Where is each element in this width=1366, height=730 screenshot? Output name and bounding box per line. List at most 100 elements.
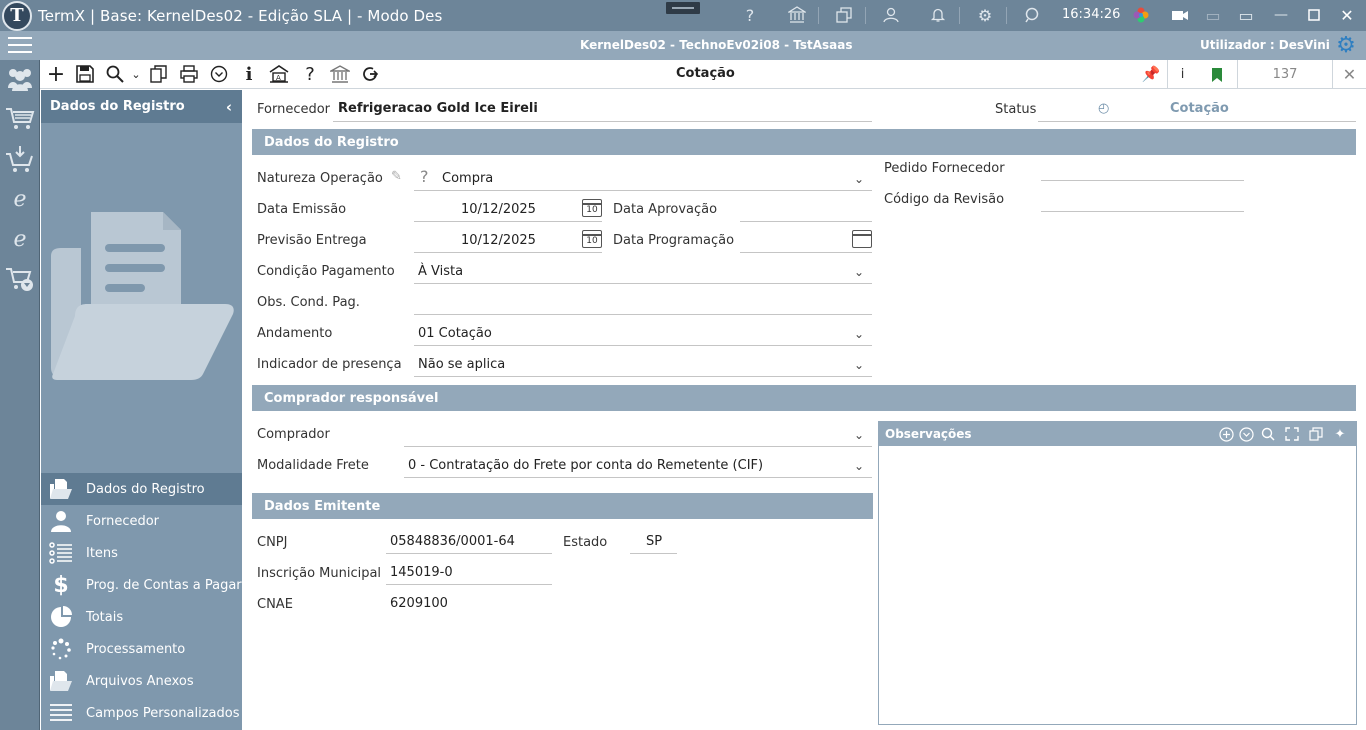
monitor-small-icon[interactable]: ▭ (1201, 4, 1225, 26)
close-window-icon[interactable]: ✕ (1335, 4, 1359, 26)
dollar-icon: $ (53, 572, 69, 598)
side-nav-item-prog-contas[interactable]: $ Prog. de Contas a Pagar (41, 569, 242, 601)
previsao-input[interactable]: 10/12/2025 (461, 233, 536, 248)
estado-value[interactable]: SP (646, 534, 662, 549)
chevron-down-icon[interactable]: ⌄ (124, 63, 148, 85)
drag-handle[interactable] (666, 2, 700, 14)
add-icon[interactable]: + (44, 62, 68, 87)
pin-icon[interactable]: 📌 (1139, 63, 1163, 85)
data-aprovacao-label: Data Aprovação (613, 202, 718, 217)
side-nav-item-arquivos[interactable]: Arquivos Anexos (41, 665, 242, 697)
refresh-icon[interactable] (358, 63, 382, 85)
gear-icon[interactable]: ⚙ (973, 4, 997, 26)
chevron-down-icon[interactable]: ⌄ (852, 172, 866, 186)
fornecedor-value[interactable]: Refrigeracao Gold Ice Eireli (338, 101, 538, 116)
save-icon[interactable] (73, 63, 97, 85)
brazil-map-icon[interactable]: ℯ (3, 224, 37, 254)
cnpj-value[interactable]: 05848836/0001-64 (390, 534, 515, 549)
title-bar: T TermX | Base: KernelDes02 - Edição SLA… (0, 0, 1366, 31)
condicao-label: Condição Pagamento (257, 264, 395, 279)
side-panel-title: Dados do Registro (50, 99, 185, 114)
clock: 16:34:26 (1062, 7, 1121, 22)
andamento-select[interactable]: 01 Cotação (418, 326, 492, 341)
inscricao-value[interactable]: 145019-0 (390, 565, 453, 580)
cnae-value[interactable]: 6209100 (390, 596, 448, 611)
bookmark-icon[interactable] (1197, 60, 1237, 89)
bank-icon[interactable] (328, 63, 352, 85)
calendar-icon[interactable]: 10 (582, 230, 602, 248)
estado-label: Estado (563, 535, 608, 550)
chevron-down-icon[interactable]: ⌄ (852, 459, 866, 473)
andamento-label: Andamento (257, 326, 333, 341)
print-icon[interactable] (177, 63, 201, 85)
minimize-icon[interactable]: — (1269, 4, 1293, 26)
side-nav-label: Campos Personalizados (86, 705, 240, 721)
side-nav-item-processamento[interactable]: Processamento (41, 633, 242, 665)
side-panel: Dados do Registro ‹ Dados do Registro Fo… (41, 90, 242, 730)
section-title: Comprador responsável (264, 390, 439, 406)
fornecedor-label: Fornecedor (257, 102, 331, 117)
expand-icon[interactable] (1283, 425, 1301, 443)
observacoes-title: Observações (885, 427, 972, 441)
side-nav-label: Processamento (86, 641, 186, 657)
dropdown-circle-icon[interactable] (207, 63, 231, 85)
data-emissao-label: Data Emissão (257, 202, 347, 217)
side-nav-item-totais[interactable]: Totais (41, 601, 242, 633)
people-icon[interactable] (3, 64, 37, 94)
monitor-icon[interactable]: ▭ (1234, 4, 1258, 26)
cart-download-icon[interactable] (3, 144, 37, 174)
cart-filter-icon[interactable] (3, 264, 37, 294)
chevron-down-icon[interactable]: ⌄ (852, 358, 866, 372)
chat-icon[interactable] (1020, 4, 1044, 26)
user-icon[interactable] (879, 4, 903, 26)
folder-open-icon (45, 477, 77, 501)
bank-icon[interactable] (785, 4, 809, 26)
side-nav-item-dados-registro[interactable]: Dados do Registro (41, 473, 242, 505)
side-nav-label: Totais (86, 609, 124, 625)
help-icon[interactable]: ? (738, 4, 762, 26)
folder-document-illustration (51, 212, 234, 380)
home-bank-icon[interactable]: A (267, 63, 291, 85)
cart-icon[interactable] (3, 104, 37, 134)
side-nav-item-fornecedor[interactable]: Fornecedor (41, 505, 242, 537)
status-value: Cotação (1170, 101, 1229, 116)
menu-icon[interactable] (8, 37, 32, 55)
data-emissao-input[interactable]: 10/12/2025 (461, 202, 536, 217)
bell-icon[interactable] (926, 4, 950, 26)
condicao-select[interactable]: À Vista (418, 264, 463, 279)
info-button[interactable]: i (1167, 60, 1197, 89)
dropdown-circle-icon[interactable] (1237, 425, 1255, 443)
maximize-icon[interactable] (1302, 4, 1326, 26)
windows-icon[interactable] (832, 4, 856, 26)
side-nav-item-campos[interactable]: Campos Personalizados (41, 697, 242, 729)
chevron-down-icon[interactable]: ⌄ (852, 265, 866, 279)
copy-icon[interactable] (1307, 425, 1325, 443)
search-icon[interactable] (1259, 425, 1277, 443)
help-icon[interactable]: ? (420, 167, 429, 186)
indicador-select[interactable]: Não se aplica (418, 357, 505, 372)
brazil-map-icon[interactable]: ℯ (3, 184, 37, 214)
user-label: Utilizador : DesVini (1200, 38, 1330, 52)
chevron-left-icon[interactable]: ‹ (226, 98, 232, 116)
natureza-select[interactable]: Compra (442, 171, 493, 186)
record-counter: 137 (1237, 60, 1332, 89)
camera-icon[interactable] (1168, 4, 1192, 26)
copy-icon[interactable] (147, 63, 171, 85)
sparkle-icon[interactable]: ✦ (1331, 425, 1349, 443)
section-title: Dados do Registro (264, 134, 399, 150)
chevron-down-icon[interactable]: ⌄ (852, 327, 866, 341)
side-nav-item-itens[interactable]: Itens (41, 537, 242, 569)
help-icon[interactable]: ? (298, 63, 322, 85)
calendar-empty-icon[interactable] (852, 230, 872, 248)
calendar-icon[interactable]: 10 (582, 199, 602, 217)
close-icon[interactable]: ✕ (1332, 60, 1366, 89)
pencil-icon[interactable]: ✎ (391, 169, 402, 184)
settings-gear-icon[interactable]: ⚙ (1333, 33, 1359, 59)
info-icon[interactable]: i (237, 63, 261, 85)
pedido-label: Pedido Fornecedor (884, 161, 1005, 176)
chevron-down-icon[interactable]: ⌄ (852, 428, 866, 442)
list-lines-icon (45, 701, 77, 725)
add-circle-icon[interactable] (1217, 425, 1235, 443)
modalidade-select[interactable]: 0 - Contratação do Frete por conta do Re… (408, 458, 763, 473)
color-wheel-icon[interactable] (1129, 4, 1153, 26)
